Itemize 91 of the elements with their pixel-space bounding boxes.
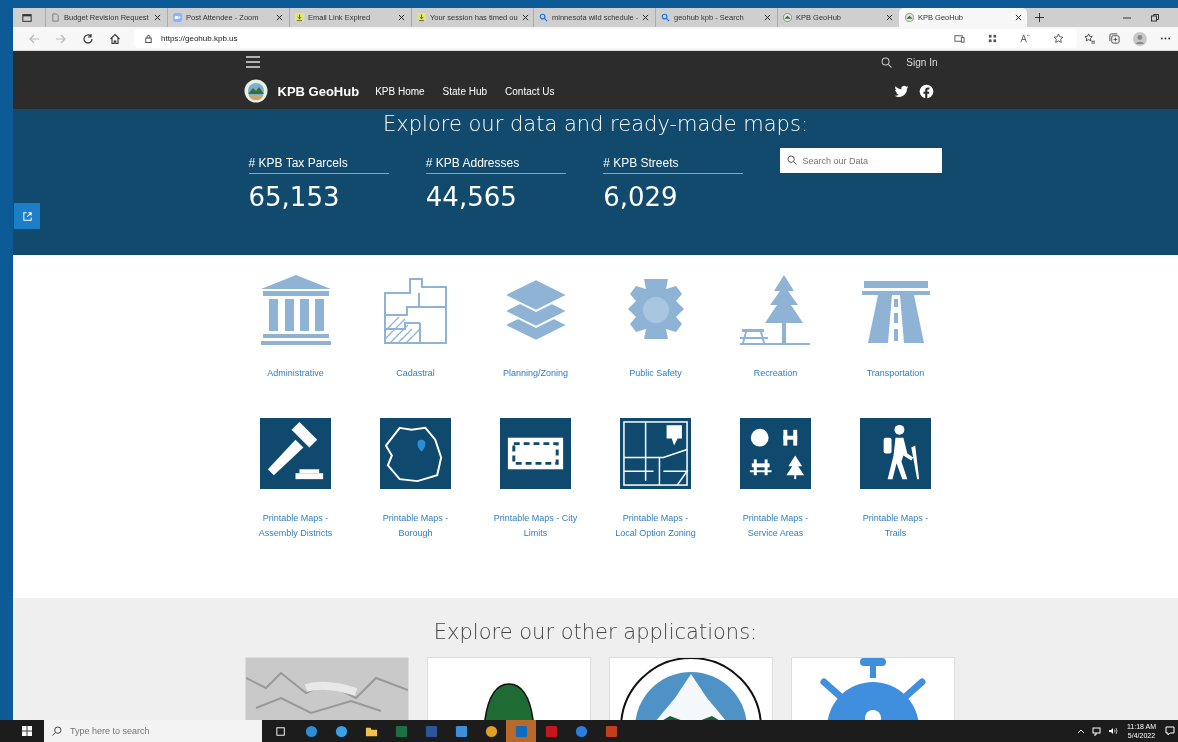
facebook-icon[interactable] [918,83,934,99]
map-link[interactable]: Printable Maps - Service Areas [715,418,836,541]
app-icon [424,724,438,738]
dashed-frame-icon [500,418,571,489]
close-icon[interactable] [764,14,771,21]
page-icon [51,13,60,22]
seal-icon [783,13,792,22]
bird-icon[interactable] [893,83,909,99]
tree-icon [739,273,812,345]
close-icon[interactable] [276,14,283,21]
search-icon [539,13,548,22]
virus-picture[interactable] [790,657,955,720]
region-outline-icon [380,418,451,489]
address-field[interactable]: https://geohub.kpb.us [134,29,1078,48]
category-link[interactable]: Transportation [835,273,956,378]
grid-icon[interactable] [987,33,999,44]
section-heading: Explore our data and ready-made maps: [382,111,809,136]
reload-icon[interactable] [82,32,94,45]
app-icon [304,724,318,738]
avatar-icon[interactable] [1133,31,1147,46]
close-icon[interactable] [1015,14,1022,21]
download-icon [417,13,426,22]
service-symbols-icon [740,418,811,489]
close-icon[interactable] [521,14,529,21]
devices-icon[interactable] [954,33,966,44]
street-map-icon [620,418,691,489]
read-aloud-icon[interactable] [1020,33,1032,44]
taskbar-search-field[interactable]: Type here to search [44,720,262,742]
map-link[interactable]: Printable Maps - City Limits [475,418,596,541]
new-tab-icon[interactable] [1035,13,1044,22]
windows-start-icon[interactable] [22,726,32,736]
hiker-icon [860,418,931,489]
category-link[interactable]: Recreation [715,273,836,378]
land-logo-picture[interactable] [426,657,591,720]
notification-icon[interactable] [1165,726,1175,736]
tab-actions-icon[interactable] [22,12,32,23]
app-icon [604,724,618,738]
home-icon[interactable] [109,32,121,45]
share-icon [21,210,33,222]
app-icon [454,724,468,738]
lock-icon [144,34,153,43]
app-icon [544,724,558,738]
stat-value: 65,153 [248,182,341,212]
site-title[interactable]: KPB GeoHub [277,83,360,99]
map-link[interactable]: Printable Maps - Borough [355,418,476,541]
close-icon[interactable] [154,14,161,21]
seal-icon [905,13,914,22]
restore-icon[interactable] [1150,12,1160,23]
map-link[interactable]: Printable Maps - Assembly Districts [235,418,356,541]
app-icon [574,724,588,738]
section-heading: Explore our other applications: [432,620,759,644]
menu-icon[interactable] [245,56,260,68]
map-link[interactable]: Printable Maps - Trails [835,418,956,541]
camera-icon [173,13,182,22]
category-link[interactable]: Public Safety [595,273,716,378]
category-link[interactable]: Cadastral [355,273,476,378]
stat-value: 6,029 [603,182,679,212]
star-add-icon[interactable] [1053,33,1065,44]
mountain-seal-picture[interactable] [608,657,773,720]
map-link[interactable]: Printable Maps - Local Option Zoning [595,418,716,541]
download-icon [295,13,304,22]
sign-in-link[interactable]: Sign In [906,56,938,68]
task-view-icon [274,724,288,738]
search-field[interactable]: Search our Data [780,148,943,173]
app-icon [514,724,528,738]
stat-label: # KPB Addresses [425,156,567,174]
gavel-icon [260,418,331,489]
search-icon[interactable] [881,56,893,68]
close-icon[interactable] [398,14,405,21]
app-icon [334,724,348,738]
seal-logo-icon [243,79,268,103]
volume-icon[interactable] [1107,726,1118,736]
collections-icon[interactable] [1109,33,1121,44]
search-icon [52,726,62,736]
stat-label: # KPB Tax Parcels [248,156,389,174]
share-button[interactable] [14,203,40,229]
search-icon [787,155,798,165]
app-icon [484,724,498,738]
category-link[interactable]: Planning/Zoning [475,273,596,378]
app-icon [394,724,408,738]
nav-link[interactable]: Contact Us [505,85,555,97]
search-icon [661,13,670,22]
close-icon[interactable] [886,14,893,21]
favorites-icon[interactable] [1084,33,1096,44]
nav-link[interactable]: State Hub [442,85,488,97]
building-icon [259,273,332,345]
nav-link[interactable]: KPB Home [375,85,425,97]
category-link[interactable]: Administrative [235,273,356,378]
stat-value: 44,565 [425,182,518,212]
stat-label: # KPB Streets [603,156,744,174]
close-icon[interactable] [642,14,650,21]
